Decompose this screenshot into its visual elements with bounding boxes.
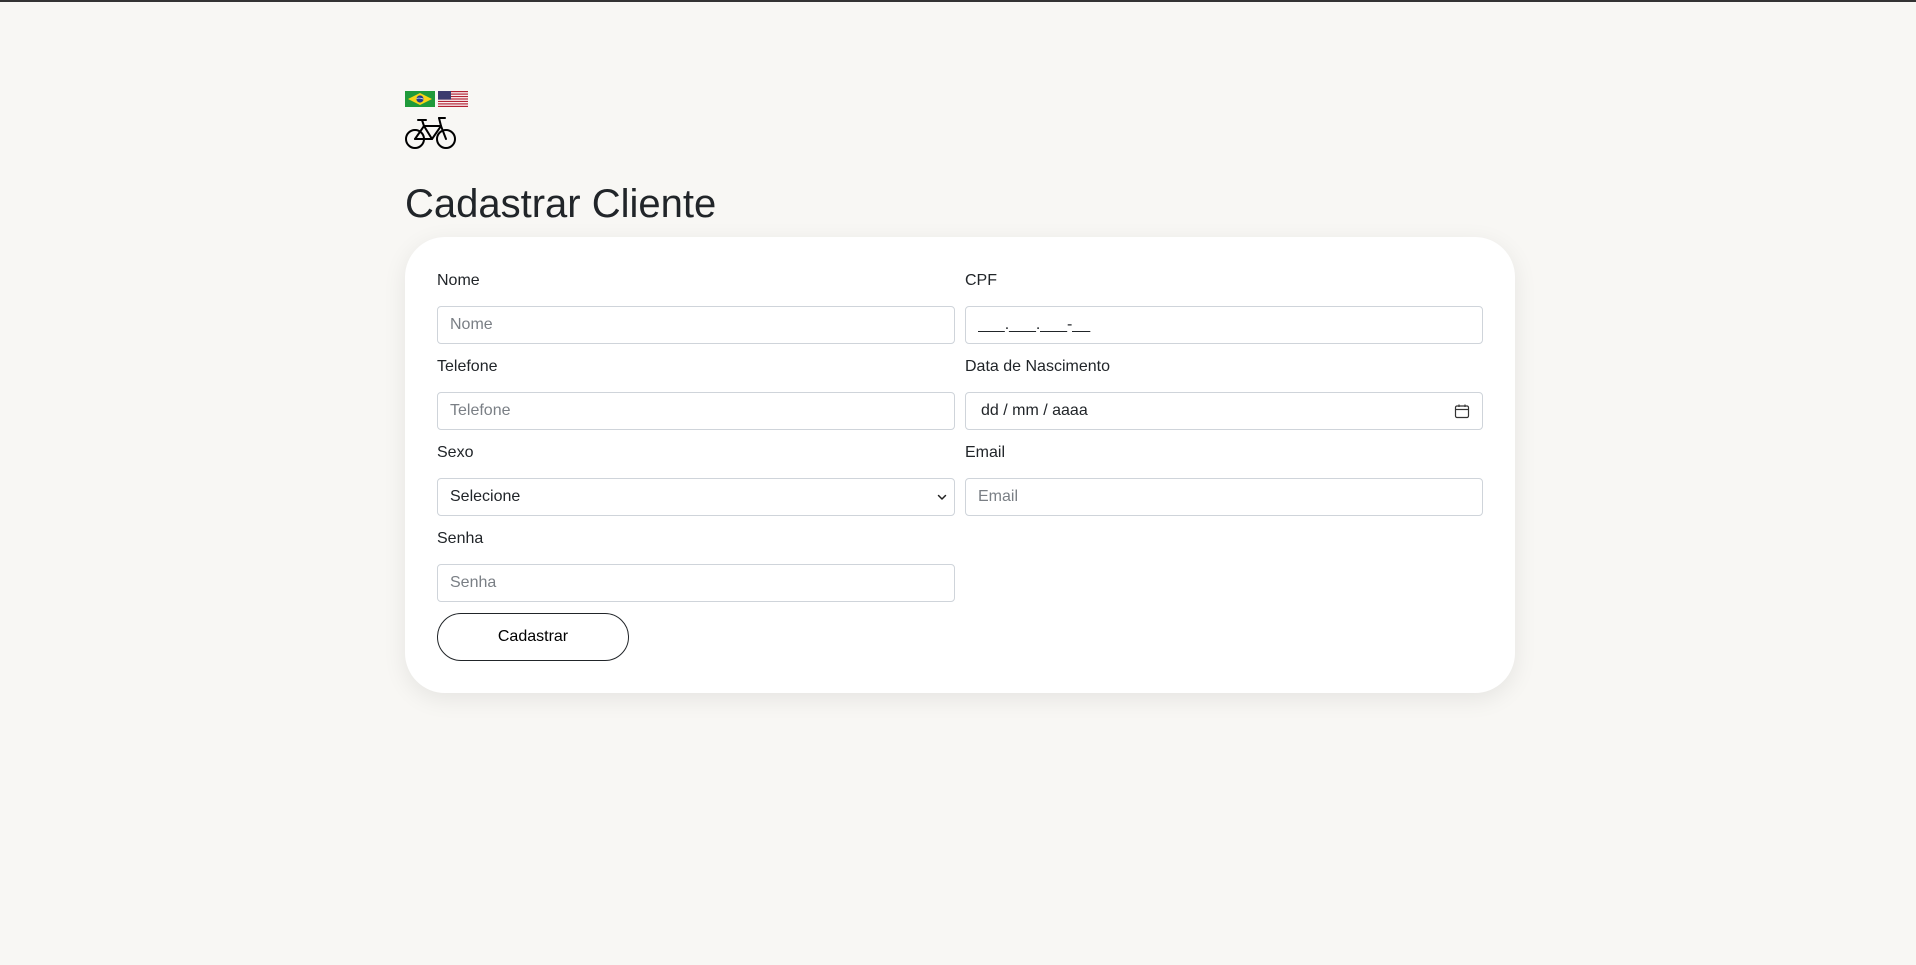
page-title: Cadastrar Cliente <box>405 182 717 226</box>
sexo-select[interactable]: Selecione <box>437 478 955 516</box>
brazil-flag-icon[interactable] <box>405 91 435 107</box>
sexo-label: Sexo <box>437 444 474 461</box>
data-nascimento-field-group: Data de Nascimento dd / mm / aaaa <box>965 357 1483 430</box>
cpf-label: CPF <box>965 272 997 289</box>
date-placeholder: dd / mm / aaaa <box>981 402 1088 419</box>
data-nascimento-input[interactable]: dd / mm / aaaa <box>965 392 1483 430</box>
bicycle-icon <box>405 117 456 149</box>
senha-label: Senha <box>437 530 484 547</box>
telefone-input[interactable] <box>437 392 955 430</box>
data-nascimento-label: Data de Nascimento <box>965 358 1110 375</box>
email-field-group: Email <box>965 443 1483 516</box>
senha-field-group: Senha <box>437 529 955 602</box>
telefone-field-group: Telefone <box>437 357 955 430</box>
calendar-icon[interactable] <box>1454 403 1470 419</box>
usa-flag-icon[interactable] <box>438 91 468 107</box>
senha-input[interactable] <box>437 564 955 602</box>
language-switcher <box>405 91 468 107</box>
registration-form-card: Nome CPF Telefone Data de Nascimento dd … <box>405 237 1515 693</box>
cpf-input[interactable] <box>965 306 1483 344</box>
top-border <box>0 0 1916 2</box>
email-input[interactable] <box>965 478 1483 516</box>
email-label: Email <box>965 444 1006 461</box>
sexo-selected-value: Selecione <box>450 488 521 505</box>
cpf-field-group: CPF <box>965 271 1483 344</box>
cadastrar-button[interactable]: Cadastrar <box>437 613 629 661</box>
nome-field-group: Nome <box>437 271 955 344</box>
telefone-label: Telefone <box>437 358 498 375</box>
chevron-down-icon <box>937 494 947 500</box>
nome-label: Nome <box>437 272 480 289</box>
sexo-field-group: Sexo Selecione <box>437 443 955 516</box>
nome-input[interactable] <box>437 306 955 344</box>
